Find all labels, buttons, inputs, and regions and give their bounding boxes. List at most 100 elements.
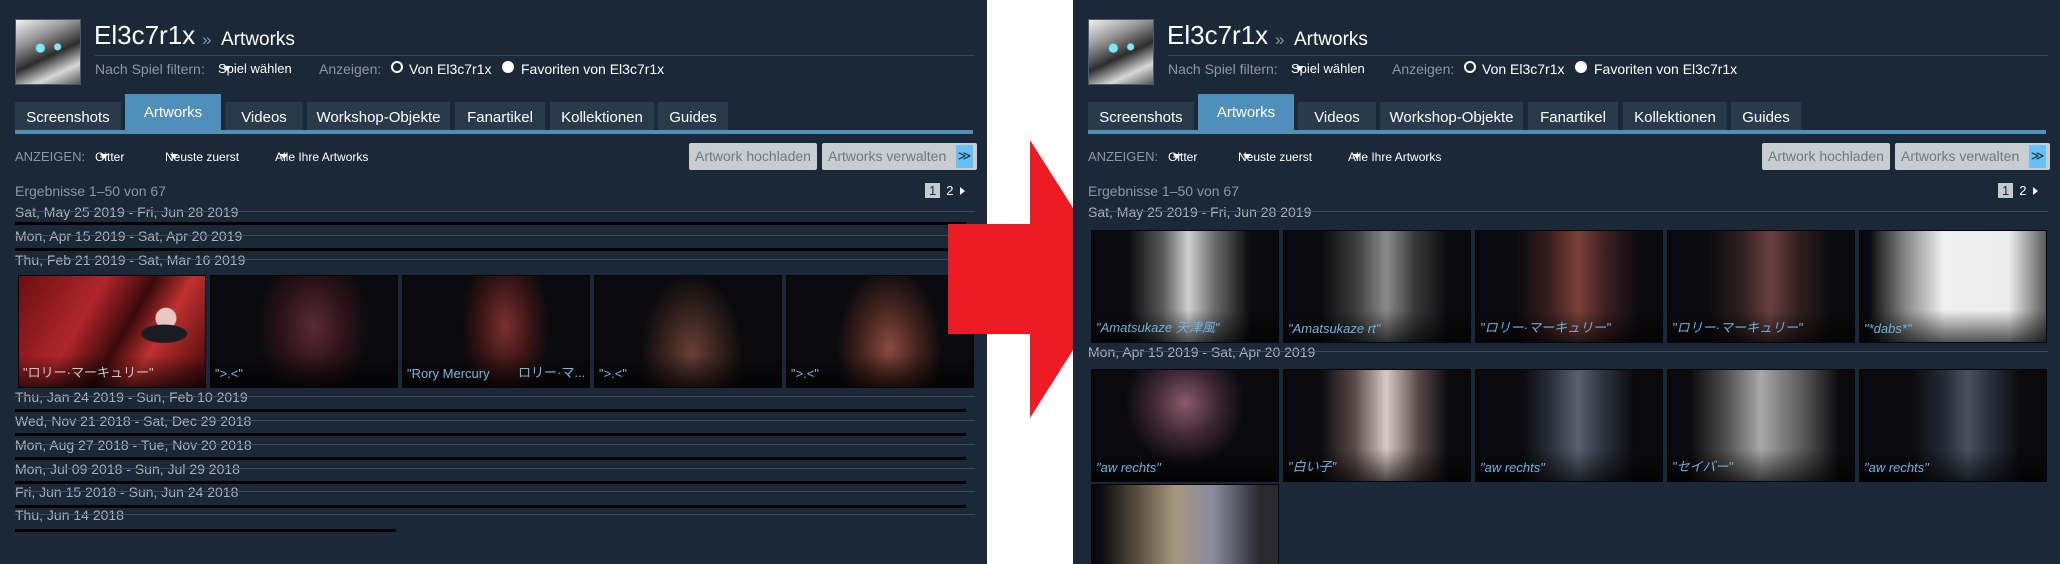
artwork-thumbnail[interactable]: ">.<" bbox=[594, 275, 782, 388]
game-select-dropdown[interactable]: Spiel wählen bbox=[218, 61, 292, 76]
tab-workshop[interactable]: Workshop-Objekte bbox=[1380, 102, 1523, 132]
artwork-thumbnail[interactable]: "Amatsukaze rt" bbox=[1283, 230, 1471, 343]
sort-label: Neuste zuerst bbox=[165, 150, 240, 164]
artwork-thumbnail[interactable]: "aw rechts" bbox=[1091, 369, 1279, 482]
thumbnail-caption[interactable]: "ロリー·マーキュリー" bbox=[1480, 317, 1611, 336]
tab-kollektionen[interactable]: Kollektionen bbox=[1623, 102, 1727, 132]
radio-own-label[interactable]: Von El3c7r1x bbox=[409, 61, 492, 77]
tab-screenshots[interactable]: Screenshots bbox=[15, 102, 121, 132]
panel-after: El3c7r1x » Artworks Nach Spiel filtern: … bbox=[1073, 0, 2060, 564]
artwork-thumbnail[interactable]: "ロリー·マーキュリー" bbox=[1667, 230, 1855, 343]
date-group-header: Thu, Feb 21 2019 - Sat, Mar 16 2019 bbox=[15, 252, 246, 268]
artwork-thumbnail[interactable]: "aw rechts" bbox=[1475, 369, 1663, 482]
page-2[interactable]: 2 bbox=[2019, 183, 2026, 198]
thumbnail-caption[interactable]: "aw rechts" bbox=[1480, 460, 1545, 475]
thumbnail-caption[interactable]: "白い子" bbox=[1288, 456, 1336, 475]
page-1[interactable]: 1 bbox=[1998, 183, 2014, 198]
avatar[interactable] bbox=[1088, 19, 1154, 85]
artwork-thumbnail[interactable] bbox=[1091, 484, 1279, 564]
header-divider bbox=[1168, 55, 2048, 56]
layout-dropdown[interactable]: Gitter bbox=[1168, 150, 1197, 164]
collapsed-row bbox=[15, 222, 966, 225]
tab-workshop[interactable]: Workshop-Objekte bbox=[307, 102, 450, 132]
artwork-thumbnail[interactable]: "セイバー" bbox=[1667, 369, 1855, 482]
profile-name[interactable]: El3c7r1x bbox=[94, 20, 195, 51]
radio-own[interactable] bbox=[391, 61, 403, 73]
header-divider bbox=[95, 55, 975, 56]
filter-by-game-label: Nach Spiel filtern: bbox=[95, 61, 205, 77]
results-count: Ergebnisse 1–50 von 67 bbox=[15, 183, 166, 199]
upload-artwork-button[interactable]: Artwork hochladen bbox=[1762, 143, 1890, 170]
radio-favorites-label[interactable]: Favoriten von El3c7r1x bbox=[521, 61, 664, 77]
thumbnail-caption[interactable]: "セイバー" bbox=[1672, 456, 1733, 475]
artwork-thumbnail[interactable]: "aw rechts" bbox=[1859, 369, 2047, 482]
date-rule bbox=[15, 444, 975, 445]
date-group-header: Mon, Apr 15 2019 - Sat, Apr 20 2019 bbox=[15, 228, 243, 244]
thumbnail-caption[interactable]: ">.<" bbox=[215, 366, 243, 381]
artwork-thumbnail[interactable]: "*dabs*" bbox=[1859, 230, 2047, 343]
date-rule bbox=[15, 211, 975, 212]
thumbnail-caption[interactable]: "*dabs*" bbox=[1864, 321, 1912, 336]
artwork-thumbnail[interactable]: ">.<" bbox=[786, 275, 974, 388]
thumbnail-caption[interactable]: "ロリー·マーキュリー" bbox=[1672, 317, 1803, 336]
date-rule bbox=[15, 420, 975, 421]
thumbnail-caption[interactable]: ">.<" bbox=[599, 366, 627, 381]
date-group-header: Thu, Jun 14 2018 bbox=[15, 507, 124, 523]
artwork-thumbnail[interactable]: "ロリー·マーキュリー" bbox=[1475, 230, 1663, 343]
date-rule bbox=[15, 259, 975, 260]
tab-artworks[interactable]: Artworks bbox=[125, 94, 221, 132]
thumbnail-caption[interactable]: ">.<" bbox=[791, 366, 819, 381]
thumbnail-caption-secondary[interactable]: ロリー·マ... bbox=[518, 362, 585, 381]
date-group-header: Mon, Jul 09 2018 - Sun, Jul 29 2018 bbox=[15, 461, 240, 477]
tab-underline bbox=[15, 130, 973, 134]
date-group-header: Mon, Aug 27 2018 - Tue, Nov 20 2018 bbox=[15, 437, 252, 453]
tab-videos[interactable]: Videos bbox=[1298, 102, 1376, 132]
radio-favorites[interactable] bbox=[1575, 61, 1587, 73]
pagination: 12 bbox=[1998, 183, 2039, 198]
radio-favorites[interactable] bbox=[502, 61, 514, 73]
scope-dropdown[interactable]: Alle Ihre Artworks bbox=[1348, 150, 1441, 164]
tab-underline bbox=[1088, 130, 2046, 134]
artwork-thumbnail[interactable]: "白い子" bbox=[1283, 369, 1471, 482]
artwork-thumbnail[interactable]: "Amatsukaze 天津風" bbox=[1091, 230, 1279, 343]
panel-before: El3c7r1x » Artworks Nach Spiel filtern: … bbox=[0, 0, 987, 564]
artwork-thumbnail[interactable]: "ロリー·マーキュリー" bbox=[18, 275, 206, 388]
tab-fanartikel[interactable]: Fanartikel bbox=[455, 102, 545, 132]
manage-artworks-button[interactable]: Artworks verwalten ≫ bbox=[1895, 143, 2050, 170]
radio-own-label[interactable]: Von El3c7r1x bbox=[1482, 61, 1565, 77]
tab-guides[interactable]: Guides bbox=[658, 102, 728, 132]
thumbnail-caption[interactable]: "aw rechts" bbox=[1864, 460, 1929, 475]
thumbnail-caption[interactable]: "aw rechts" bbox=[1096, 460, 1161, 475]
radio-favorites-label[interactable]: Favoriten von El3c7r1x bbox=[1594, 61, 1737, 77]
upload-artwork-button[interactable]: Artwork hochladen bbox=[689, 143, 817, 170]
avatar[interactable] bbox=[15, 19, 81, 85]
breadcrumb-separator: » bbox=[1275, 30, 1285, 49]
tab-fanartikel[interactable]: Fanartikel bbox=[1528, 102, 1618, 132]
game-select-dropdown[interactable]: Spiel wählen bbox=[1291, 61, 1365, 76]
scope-dropdown[interactable]: Alle Ihre Artworks bbox=[275, 150, 368, 164]
radio-own[interactable] bbox=[1464, 61, 1476, 73]
thumbnail-caption[interactable]: "Amatsukaze rt" bbox=[1288, 321, 1380, 336]
profile-name[interactable]: El3c7r1x bbox=[1167, 20, 1268, 51]
show-label: Anzeigen: bbox=[319, 61, 382, 77]
sort-label: Neuste zuerst bbox=[1238, 150, 1313, 164]
sort-dropdown[interactable]: Neuste zuerst bbox=[1238, 150, 1312, 164]
thumbnail-caption[interactable]: "Amatsukaze 天津風" bbox=[1096, 317, 1219, 336]
manage-artworks-label: Artworks verwalten bbox=[1901, 148, 2020, 164]
sort-dropdown[interactable]: Neuste zuerst bbox=[165, 150, 239, 164]
thumbnail-caption[interactable]: "Rory Mercury bbox=[407, 366, 490, 381]
artwork-thumbnail[interactable]: "Rory Mercury ロリー·マ... bbox=[402, 275, 590, 388]
page-1[interactable]: 1 bbox=[925, 183, 941, 198]
artwork-thumbnail[interactable]: ">.<" bbox=[210, 275, 398, 388]
thumbnail-caption[interactable]: "ロリー·マーキュリー" bbox=[23, 362, 154, 381]
layout-dropdown[interactable]: Gitter bbox=[95, 150, 124, 164]
double-chevron-icon[interactable]: ≫ bbox=[2029, 145, 2046, 168]
results-count: Ergebnisse 1–50 von 67 bbox=[1088, 183, 1239, 199]
tab-screenshots[interactable]: Screenshots bbox=[1088, 102, 1194, 132]
tab-videos[interactable]: Videos bbox=[225, 102, 303, 132]
tab-guides[interactable]: Guides bbox=[1731, 102, 1801, 132]
tab-kollektionen[interactable]: Kollektionen bbox=[550, 102, 654, 132]
tab-artworks[interactable]: Artworks bbox=[1198, 94, 1294, 132]
breadcrumb-separator: » bbox=[202, 30, 212, 49]
next-page-icon[interactable] bbox=[2033, 187, 2039, 195]
